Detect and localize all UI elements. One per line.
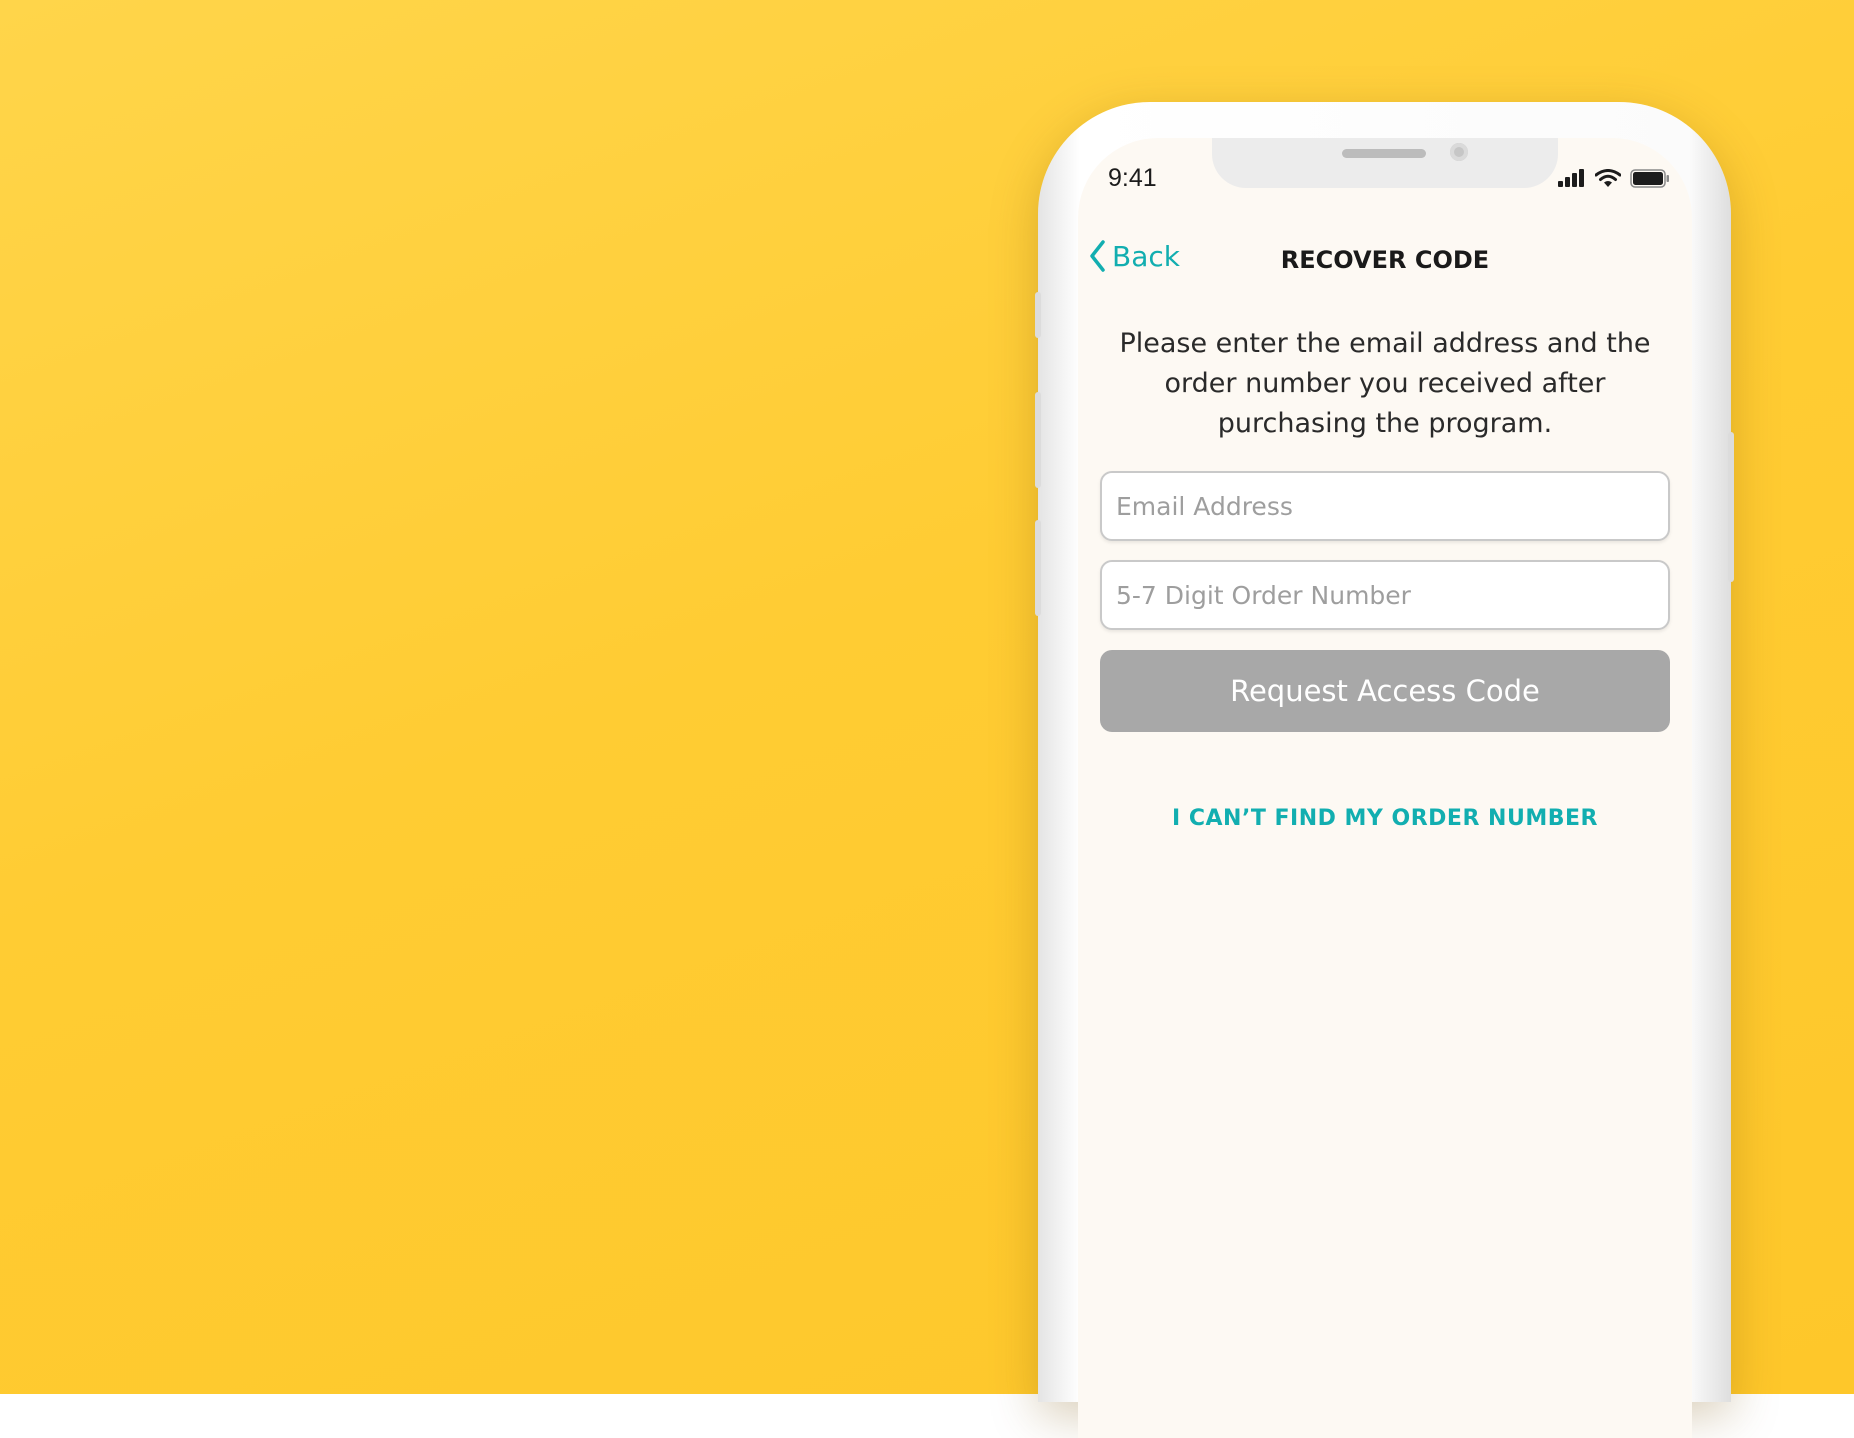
front-camera	[1450, 143, 1468, 161]
phone-screen: 9:41 Back RECOVER CODE Please enter the …	[1078, 138, 1692, 1438]
volume-down-button	[1035, 520, 1041, 616]
status-icons	[1558, 166, 1670, 190]
notch	[1212, 138, 1558, 188]
phone-frame: 9:41 Back RECOVER CODE Please enter the …	[1035, 102, 1734, 1438]
status-time: 9:41	[1108, 164, 1157, 192]
cant-find-order-number-link[interactable]: I CAN’T FIND MY ORDER NUMBER	[1078, 806, 1692, 831]
order-number-field[interactable]	[1100, 560, 1670, 630]
instructions-text: Please enter the email address and the o…	[1119, 328, 1651, 439]
volume-up-button	[1035, 392, 1041, 488]
navigation-bar: Back RECOVER CODE	[1078, 226, 1692, 286]
battery-icon	[1630, 168, 1669, 188]
power-button	[1728, 432, 1734, 582]
wifi-icon	[1595, 168, 1621, 187]
page-title: RECOVER CODE	[1280, 246, 1490, 274]
speaker-grille	[1342, 149, 1426, 158]
request-access-code-button[interactable]: Request Access Code	[1100, 650, 1670, 732]
silent-switch	[1035, 292, 1041, 338]
email-field[interactable]	[1100, 471, 1670, 541]
cellular-signal-icon	[1558, 169, 1584, 187]
